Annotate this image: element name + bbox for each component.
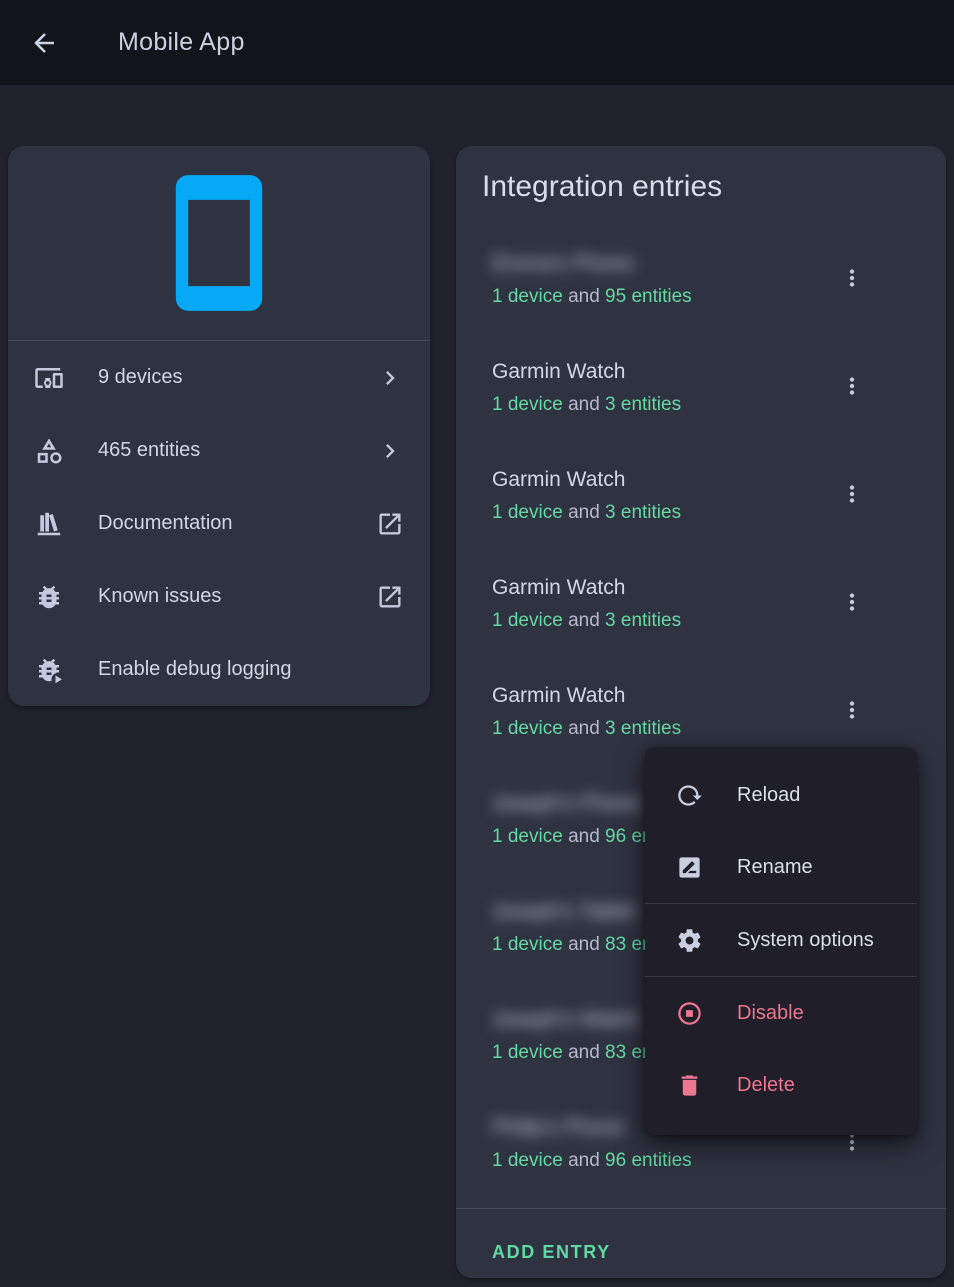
chevron-right-icon xyxy=(376,364,404,392)
documentation-row[interactable]: Documentation xyxy=(8,487,430,560)
rename-icon xyxy=(676,854,703,881)
add-entry-button[interactable]: ADD ENTRY xyxy=(492,1230,611,1274)
entry-name: Garmin Watch xyxy=(492,684,625,708)
entry-entity-count[interactable]: 3 entities xyxy=(605,502,681,523)
reload-icon xyxy=(676,782,703,809)
integration-icon-area xyxy=(8,146,430,341)
integration-info-card: 9 devices 465 entities Documentation Kno… xyxy=(8,146,430,706)
debug-logging-row-label: Enable debug logging xyxy=(98,658,404,681)
bookshelf-icon xyxy=(34,509,64,539)
dots-vertical-icon xyxy=(839,373,865,399)
entry-device-count[interactable]: 1 device xyxy=(492,1042,563,1063)
open-in-new-icon xyxy=(376,583,404,611)
delete-icon xyxy=(676,1072,703,1099)
entities-row[interactable]: 465 entities xyxy=(8,414,430,487)
cog-icon xyxy=(676,927,703,954)
menu-item-label: Disable xyxy=(737,1002,804,1025)
stop-circle-icon xyxy=(676,1000,703,1027)
menu-item-label: Reload xyxy=(737,784,800,807)
entry-name: Joseph's Tablet xyxy=(492,900,636,924)
entry-name: Emma's Phone xyxy=(492,252,634,276)
entry-subtitle: 1 device and 96 entities xyxy=(492,1150,692,1172)
entry-device-count[interactable]: 1 device xyxy=(492,610,563,631)
dots-vertical-icon xyxy=(839,697,865,723)
entry-menu-button[interactable] xyxy=(830,472,874,516)
entry-context-menu: Reload Rename System options Disable Del… xyxy=(645,747,917,1135)
entry-menu-button[interactable] xyxy=(830,364,874,408)
known-issues-row-label: Known issues xyxy=(98,585,376,608)
entry-subtitle: 1 device and 3 entities xyxy=(492,502,681,524)
entry-device-count[interactable]: 1 device xyxy=(492,934,563,955)
entities-row-label: 465 entities xyxy=(98,439,376,462)
entry-row[interactable]: Garmin Watch 1 device and 3 entities xyxy=(492,574,910,674)
entry-subtitle: 1 device and 3 entities xyxy=(492,610,681,632)
entry-row[interactable]: Garmin Watch 1 device and 3 entities xyxy=(492,358,910,458)
entries-card-title: Integration entries xyxy=(482,170,722,204)
open-in-new-icon xyxy=(376,510,404,538)
bug-icon xyxy=(34,582,64,612)
menu-item-disable[interactable]: Disable xyxy=(645,977,917,1049)
arrow-left-icon xyxy=(29,28,59,58)
entry-name: Joseph's Phone xyxy=(492,792,641,816)
entry-device-count[interactable]: 1 device xyxy=(492,502,563,523)
entry-name: Garmin Watch xyxy=(492,468,625,492)
devices-icon xyxy=(34,363,64,393)
devices-row[interactable]: 9 devices xyxy=(8,341,430,414)
card-footer-divider xyxy=(456,1208,946,1209)
entry-menu-button[interactable] xyxy=(830,256,874,300)
menu-item-label: Rename xyxy=(737,856,813,879)
dots-vertical-icon xyxy=(839,481,865,507)
dots-vertical-icon xyxy=(839,589,865,615)
chevron-right-icon xyxy=(376,437,404,465)
entry-row[interactable]: Emma's Phone 1 device and 95 entities xyxy=(492,250,910,350)
entry-name: Garmin Watch xyxy=(492,360,625,384)
entry-entity-count[interactable]: 3 entities xyxy=(605,394,681,415)
menu-item-label: System options xyxy=(737,929,874,952)
menu-item-delete[interactable]: Delete xyxy=(645,1049,917,1121)
menu-item-reload[interactable]: Reload xyxy=(645,759,917,831)
menu-item-label: Delete xyxy=(737,1074,795,1097)
entry-device-count[interactable]: 1 device xyxy=(492,718,563,739)
entry-device-count[interactable]: 1 device xyxy=(492,286,563,307)
devices-row-label: 9 devices xyxy=(98,366,376,389)
entry-entity-count[interactable]: 3 entities xyxy=(605,610,681,631)
menu-item-rename[interactable]: Rename xyxy=(645,831,917,903)
debug-logging-row[interactable]: Enable debug logging xyxy=(8,633,430,706)
entry-menu-button[interactable] xyxy=(830,688,874,732)
entry-subtitle: 1 device and 3 entities xyxy=(492,394,681,416)
entry-name: Garmin Watch xyxy=(492,576,625,600)
dots-vertical-icon xyxy=(839,265,865,291)
entry-entity-count[interactable]: 3 entities xyxy=(605,718,681,739)
entry-device-count[interactable]: 1 device xyxy=(492,1150,563,1171)
entry-row[interactable]: Garmin Watch 1 device and 3 entities xyxy=(492,466,910,566)
documentation-row-label: Documentation xyxy=(98,512,376,535)
entry-entity-count[interactable]: 96 entities xyxy=(605,1150,692,1171)
entry-device-count[interactable]: 1 device xyxy=(492,394,563,415)
bug-play-icon xyxy=(34,655,64,685)
entry-device-count[interactable]: 1 device xyxy=(492,826,563,847)
back-button[interactable] xyxy=(22,21,66,65)
shapes-icon xyxy=(34,436,64,466)
entry-menu-button[interactable] xyxy=(830,580,874,624)
entry-name: Philip's Phone xyxy=(492,1116,624,1140)
entry-name: Joseph's Watch xyxy=(492,1008,639,1032)
known-issues-row[interactable]: Known issues xyxy=(8,560,430,633)
cellphone-icon xyxy=(145,169,293,317)
app-header: Mobile App xyxy=(0,0,954,85)
entry-entity-count[interactable]: 95 entities xyxy=(605,286,692,307)
entry-subtitle: 1 device and 3 entities xyxy=(492,718,681,740)
entry-subtitle: 1 device and 95 entities xyxy=(492,286,692,308)
menu-item-system-options[interactable]: System options xyxy=(645,904,917,976)
page-title: Mobile App xyxy=(118,28,245,57)
